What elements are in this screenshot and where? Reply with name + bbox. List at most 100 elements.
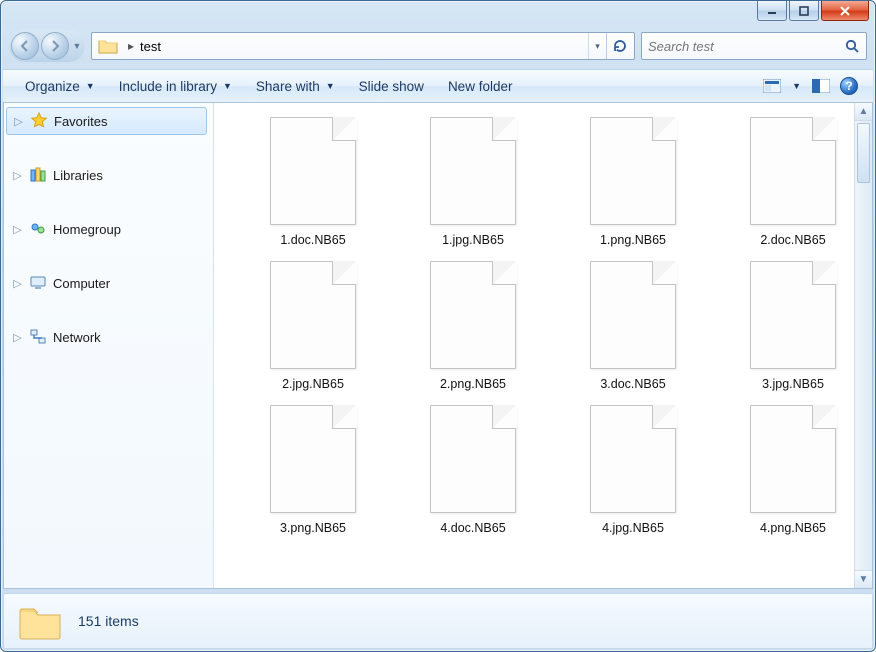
file-name-label: 4.doc.NB65 bbox=[440, 521, 505, 535]
libraries-icon bbox=[29, 166, 47, 184]
preview-pane-icon bbox=[812, 79, 830, 93]
maximize-button[interactable] bbox=[789, 1, 819, 21]
dog-ear-icon bbox=[652, 405, 676, 429]
address-bar[interactable]: ▸ test ▾ bbox=[91, 32, 635, 60]
toolbar-label: Include in library bbox=[119, 79, 217, 94]
file-item[interactable]: 4.jpg.NB65 bbox=[568, 405, 698, 535]
help-button[interactable]: ? bbox=[835, 74, 863, 98]
file-thumbnail bbox=[430, 405, 516, 513]
file-name-label: 3.doc.NB65 bbox=[600, 377, 665, 391]
new-folder-button[interactable]: New folder bbox=[436, 75, 525, 98]
nav-label: Favorites bbox=[54, 114, 107, 129]
explorer-body: ▷ Favorites ▷ Libraries ▷ Homegroup bbox=[3, 103, 873, 589]
change-view-button[interactable] bbox=[758, 74, 786, 98]
slideshow-button[interactable]: Slide show bbox=[347, 75, 436, 98]
toolbar-label: Organize bbox=[25, 79, 80, 94]
expander-icon[interactable]: ▷ bbox=[12, 224, 23, 235]
chevron-down-icon[interactable]: ▼ bbox=[786, 81, 807, 91]
refresh-button[interactable] bbox=[606, 33, 632, 59]
scroll-up-button[interactable]: ▲ bbox=[855, 103, 872, 121]
folder-icon bbox=[98, 36, 118, 56]
file-grid: 1.doc.NB651.jpg.NB651.png.NB652.doc.NB65… bbox=[214, 103, 854, 588]
file-thumbnail bbox=[590, 405, 676, 513]
nav-homegroup[interactable]: ▷ Homegroup bbox=[4, 215, 213, 243]
back-button[interactable] bbox=[11, 32, 39, 60]
nav-computer[interactable]: ▷ Computer bbox=[4, 269, 213, 297]
file-item[interactable]: 3.png.NB65 bbox=[248, 405, 378, 535]
search-box[interactable] bbox=[641, 32, 867, 60]
dog-ear-icon bbox=[652, 261, 676, 285]
forward-button[interactable] bbox=[41, 32, 69, 60]
file-list-pane: 1.doc.NB65 1.jpg.NB651.png.NB652.doc.NB65… bbox=[214, 103, 872, 588]
file-name-label: 2.jpg.NB65 bbox=[282, 377, 344, 391]
arrow-right-icon bbox=[48, 39, 62, 53]
file-item[interactable]: 4.png.NB65 bbox=[728, 405, 858, 535]
nav-label: Computer bbox=[53, 276, 110, 291]
nav-label: Network bbox=[53, 330, 101, 345]
breadcrumb-current[interactable]: test bbox=[140, 39, 161, 54]
file-item[interactable]: 1.jpg.NB65 bbox=[408, 117, 538, 247]
minimize-button[interactable] bbox=[757, 1, 787, 21]
dog-ear-icon bbox=[492, 405, 516, 429]
expander-icon[interactable]: ▷ bbox=[12, 278, 23, 289]
file-item[interactable]: 2.jpg.NB65 bbox=[248, 261, 378, 391]
dog-ear-icon bbox=[332, 261, 356, 285]
file-item[interactable]: 1.png.NB65 bbox=[568, 117, 698, 247]
maximize-icon bbox=[799, 6, 809, 16]
expander-icon[interactable]: ▷ bbox=[13, 116, 24, 127]
file-thumbnail bbox=[750, 261, 836, 369]
dog-ear-icon bbox=[492, 117, 516, 141]
search-icon[interactable] bbox=[844, 38, 860, 54]
file-item[interactable]: 3.doc.NB65 bbox=[568, 261, 698, 391]
expander-icon[interactable]: ▷ bbox=[12, 170, 23, 181]
command-bar: Organize▼ Include in library▼ Share with… bbox=[3, 69, 873, 103]
file-thumbnail bbox=[750, 405, 836, 513]
file-item[interactable]: 1.doc.NB65 bbox=[248, 117, 378, 247]
nav-favorites[interactable]: ▷ Favorites bbox=[6, 107, 207, 135]
recent-locations-button[interactable]: ▼ bbox=[70, 32, 84, 60]
explorer-window: ▼ ▸ test ▾ Organize▼ bbox=[0, 0, 876, 652]
file-thumbnail bbox=[590, 261, 676, 369]
chevron-right-icon[interactable]: ▸ bbox=[128, 39, 134, 53]
file-thumbnail bbox=[750, 117, 836, 225]
file-thumbnail bbox=[590, 117, 676, 225]
address-dropdown-button[interactable]: ▾ bbox=[588, 33, 606, 59]
organize-menu[interactable]: Organize▼ bbox=[13, 75, 107, 98]
nav-libraries[interactable]: ▷ Libraries bbox=[4, 161, 213, 189]
preview-pane-button[interactable] bbox=[807, 74, 835, 98]
dog-ear-icon bbox=[652, 117, 676, 141]
refresh-icon bbox=[612, 38, 628, 54]
view-options-split[interactable]: ▼ bbox=[758, 74, 807, 98]
share-with-menu[interactable]: Share with▼ bbox=[244, 75, 347, 98]
dog-ear-icon bbox=[332, 405, 356, 429]
file-item[interactable]: 3.jpg.NB65 bbox=[728, 261, 858, 391]
view-icon bbox=[763, 79, 781, 93]
expander-icon[interactable]: ▷ bbox=[12, 332, 23, 343]
file-name-label: 1.doc.NB65 bbox=[280, 233, 345, 247]
file-item[interactable]: 2.png.NB65 bbox=[408, 261, 538, 391]
file-item[interactable]: 4.doc.NB65 bbox=[408, 405, 538, 535]
star-icon bbox=[30, 112, 48, 130]
minimize-icon bbox=[767, 6, 777, 16]
navigation-pane: ▷ Favorites ▷ Libraries ▷ Homegroup bbox=[4, 103, 214, 588]
navigation-row: ▼ ▸ test ▾ bbox=[9, 29, 867, 63]
help-icon: ? bbox=[840, 77, 858, 95]
file-thumbnail bbox=[270, 117, 356, 225]
file-name-label: 2.png.NB65 bbox=[440, 377, 506, 391]
vertical-scrollbar[interactable]: ▲ ▼ bbox=[854, 103, 872, 588]
file-item[interactable]: 2.doc.NB65 bbox=[728, 117, 858, 247]
scroll-down-button[interactable]: ▼ bbox=[855, 570, 872, 588]
file-name-label: 3.png.NB65 bbox=[280, 521, 346, 535]
homegroup-icon bbox=[29, 220, 47, 238]
details-pane: 151 items bbox=[3, 593, 873, 649]
arrow-left-icon bbox=[18, 39, 32, 53]
toolbar-label: Share with bbox=[256, 79, 320, 94]
nav-network[interactable]: ▷ Network bbox=[4, 323, 213, 351]
include-in-library-menu[interactable]: Include in library▼ bbox=[107, 75, 244, 98]
folder-icon bbox=[18, 601, 62, 641]
scroll-thumb[interactable] bbox=[857, 123, 870, 183]
dog-ear-icon bbox=[812, 405, 836, 429]
search-input[interactable] bbox=[648, 39, 844, 54]
close-button[interactable] bbox=[821, 1, 869, 21]
computer-icon bbox=[29, 274, 47, 292]
